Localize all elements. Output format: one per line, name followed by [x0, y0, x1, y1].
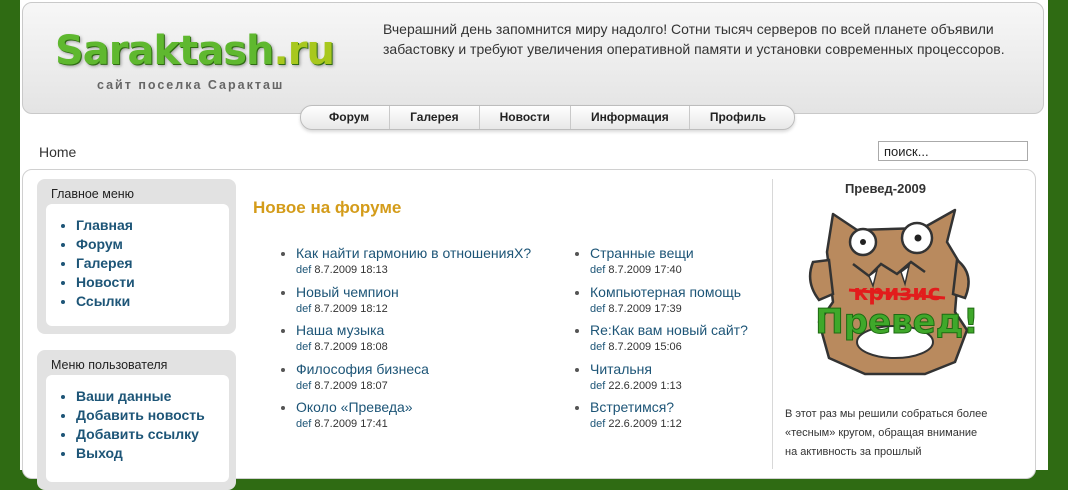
forum-topic-date: 22.6.2009 1:13: [608, 379, 682, 392]
forum-author-link[interactable]: def: [590, 380, 605, 392]
nav-item-forum[interactable]: Форум: [309, 106, 391, 129]
user-menu-box: Меню пользователя Ваши данные Добавить н…: [37, 350, 236, 490]
forum-topic-date: 8.7.2009 17:40: [608, 264, 682, 276]
forum-topic-item: Странные вещиdef 8.7.2009 17:40: [590, 243, 838, 282]
site-header: Saraktash.ru сайт поселка Саракташ Вчера…: [22, 2, 1044, 114]
forum-author-link[interactable]: def: [296, 341, 311, 353]
forum-topic-link[interactable]: Наша музыка: [296, 320, 544, 340]
forum-topic-item: Как найти гармонию в отношенияХ?def 8.7.…: [296, 243, 544, 282]
forum-heading: Новое на форуме: [253, 198, 402, 217]
forum-topic-date: 8.7.2009 18:07: [314, 379, 388, 392]
user-menu-item[interactable]: Ваши данные: [76, 387, 229, 406]
top-navigation: Форум Галерея Новости Информация Профиль: [300, 105, 795, 130]
preved-word: Превед!: [815, 302, 978, 342]
breadcrumb[interactable]: Home: [39, 144, 76, 160]
main-menu-item[interactable]: Галерея: [76, 254, 229, 273]
forum-topic-link[interactable]: Re:Как вам новый сайт?: [590, 320, 838, 340]
promo-title: Превед-2009: [844, 181, 927, 196]
search-input[interactable]: [878, 141, 1028, 161]
forum-topic-link[interactable]: Странные вещи: [590, 243, 838, 263]
forum-author-link[interactable]: def: [296, 303, 311, 315]
promo-description: В этот раз мы решили собраться более «те…: [785, 408, 988, 458]
forum-topic-date: 8.7.2009 17:39: [608, 302, 682, 315]
page: Saraktash.ru сайт поселка Саракташ Вчера…: [20, 0, 1048, 490]
forum-topic-link[interactable]: Компьютерная помощь: [590, 282, 838, 302]
user-menu-item[interactable]: Добавить ссылку: [76, 425, 229, 444]
site-tagline: сайт поселка Саракташ: [97, 78, 285, 92]
forum-list-left: Как найти гармонию в отношенияХ?def 8.7.…: [254, 243, 544, 436]
forum-topic-link[interactable]: Читальня: [590, 359, 838, 379]
forum-topic-date: 8.7.2009 15:06: [608, 341, 682, 353]
forum-topic-item: Re:Как вам новый сайт?def 8.7.2009 15:06: [590, 320, 838, 359]
forum-topic-date: 8.7.2009 17:41: [314, 418, 388, 430]
nav-item-news[interactable]: Новости: [480, 106, 571, 129]
forum-author-link[interactable]: def: [590, 303, 605, 315]
forum-author-link[interactable]: def: [296, 264, 311, 276]
forum-author-link[interactable]: def: [590, 264, 605, 276]
forum-topic-item: Новый чемпионdef 8.7.2009 18:12: [296, 282, 544, 321]
nav-item-information[interactable]: Информация: [571, 106, 690, 129]
forum-topic-item: Компьютерная помощьdef 8.7.2009 17:39: [590, 282, 838, 321]
forum-topic-item: Наша музыкаdef 8.7.2009 18:08: [296, 320, 544, 359]
forum-author-link[interactable]: def: [590, 341, 605, 353]
user-menu-item[interactable]: Добавить новость: [76, 406, 229, 425]
forum-topic-date: 8.7.2009 18:08: [314, 341, 388, 353]
main-menu-item[interactable]: Форум: [76, 235, 229, 254]
header-announcement: Вчерашний день запомнится миру надолго! …: [383, 21, 1005, 57]
column-divider: [772, 179, 773, 469]
forum-author-link[interactable]: def: [296, 380, 311, 392]
nav-item-gallery[interactable]: Галерея: [390, 106, 480, 129]
site-logo[interactable]: Saraktash.ru: [55, 29, 335, 73]
forum-topic-link[interactable]: Новый чемпион: [296, 282, 544, 302]
main-menu-item[interactable]: Ссылки: [76, 292, 229, 311]
forum-topic-link[interactable]: Философия бизнеса: [296, 359, 544, 379]
user-menu-item[interactable]: Выход: [76, 444, 229, 463]
forum-topic-link[interactable]: Около «Преведа»: [296, 397, 544, 417]
forum-topic-date: 8.7.2009 18:13: [314, 264, 388, 276]
forum-topic-item: Философия бизнесаdef 8.7.2009 18:07: [296, 359, 544, 398]
user-menu-panel: Ваши данные Добавить новость Добавить сс…: [46, 375, 229, 482]
nav-item-profile[interactable]: Профиль: [690, 106, 786, 129]
main-menu-item[interactable]: Новости: [76, 273, 229, 292]
forum-topic-item: Читальняdef 22.6.2009 1:13: [590, 359, 838, 398]
main-menu-item[interactable]: Главная: [76, 216, 229, 235]
forum-author-link[interactable]: def: [296, 418, 311, 430]
main-menu-box: Главное меню Главная Форум Галерея Новос…: [37, 179, 236, 334]
user-menu-title: Меню пользователя: [51, 358, 168, 372]
main-menu-title: Главное меню: [51, 187, 135, 201]
main-menu-panel: Главная Форум Галерея Новости Ссылки: [46, 204, 229, 326]
forum-topic-link[interactable]: Как найти гармонию в отношенияХ?: [296, 243, 544, 263]
preved-creature-image[interactable]: кризис Превед!: [805, 202, 985, 380]
forum-topic-item: Около «Преведа»def 8.7.2009 17:41: [296, 397, 544, 436]
forum-topic-date: 8.7.2009 18:12: [314, 302, 388, 315]
forum-author-link[interactable]: def: [590, 418, 605, 430]
forum-topic-date: 22.6.2009 1:12: [608, 418, 682, 430]
